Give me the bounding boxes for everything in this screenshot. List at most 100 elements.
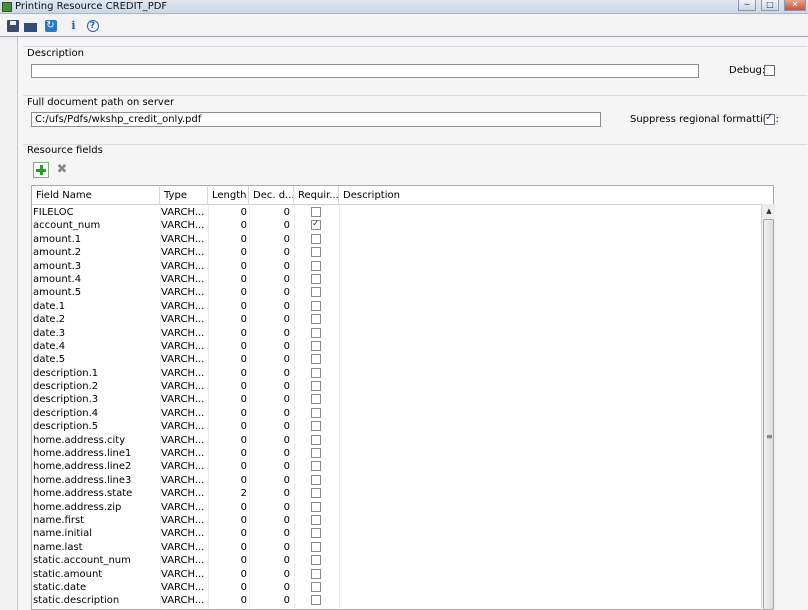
table-row[interactable]: description.2 VARCH... 0 0: [32, 380, 773, 393]
table-row[interactable]: amount.5 VARCH... 0 0: [32, 286, 773, 299]
scroll-up-button[interactable]: ▲: [762, 204, 776, 219]
type-cell: VARCH...: [161, 327, 205, 339]
length-cell: 0: [240, 394, 247, 406]
table-row[interactable]: amount.2 VARCH... 0 0: [32, 246, 773, 259]
help-icon: ?: [86, 19, 99, 32]
required-checkbox[interactable]: [311, 581, 321, 592]
table-row[interactable]: account_num VARCH... 0 0: [32, 219, 773, 232]
app-icon: [2, 2, 12, 12]
required-checkbox[interactable]: [311, 207, 321, 217]
col-header-type[interactable]: Type: [160, 186, 208, 205]
col-header-description[interactable]: Description: [339, 186, 773, 205]
required-checkbox[interactable]: [311, 555, 321, 566]
debug-checkbox[interactable]: [764, 65, 775, 76]
col-header-required[interactable]: Requir...: [294, 186, 339, 205]
required-checkbox[interactable]: [311, 434, 321, 445]
path-input[interactable]: C:/ufs/Pdfs/wkshp_credit_only.pdf: [31, 112, 601, 127]
upload-button[interactable]: [23, 18, 38, 33]
table-row[interactable]: date.3 VARCH... 0 0: [32, 327, 773, 340]
col-header-length[interactable]: Length: [208, 186, 249, 205]
required-checkbox[interactable]: [311, 260, 321, 271]
required-cell: [311, 380, 323, 393]
table-row[interactable]: static.description VARCH... 0 0: [32, 594, 773, 607]
table-row[interactable]: description.1 VARCH... 0 0: [32, 367, 773, 380]
required-checkbox[interactable]: [311, 394, 321, 405]
info-button[interactable]: i: [66, 18, 81, 33]
col-header-dec[interactable]: Dec. d...: [249, 186, 294, 205]
table-row[interactable]: home.address.city VARCH... 0 0: [32, 434, 773, 447]
required-checkbox[interactable]: [311, 300, 321, 311]
required-checkbox[interactable]: [311, 273, 321, 284]
table-row[interactable]: static.account_num VARCH... 0 0: [32, 554, 773, 567]
required-checkbox[interactable]: [311, 474, 321, 485]
field-name-cell: account_num: [33, 220, 101, 232]
table-row[interactable]: description.5 VARCH... 0 0: [32, 420, 773, 433]
required-checkbox[interactable]: [311, 488, 321, 499]
required-checkbox[interactable]: [311, 448, 321, 459]
table-row[interactable]: amount.4 VARCH... 0 0: [32, 273, 773, 286]
required-checkbox[interactable]: [311, 407, 321, 418]
table-row[interactable]: amount.3 VARCH... 0 0: [32, 260, 773, 273]
suppress-checkbox[interactable]: [764, 112, 775, 125]
table-row[interactable]: amount.1 VARCH... 0 0: [32, 233, 773, 246]
save-button[interactable]: [5, 18, 20, 33]
table-row[interactable]: description.4 VARCH... 0 0: [32, 407, 773, 420]
required-checkbox[interactable]: [311, 233, 321, 244]
window-title: Printing Resource CREDIT_PDF: [15, 1, 168, 12]
delete-field-button[interactable]: ✖: [55, 163, 69, 177]
required-checkbox[interactable]: [311, 314, 321, 325]
scroll-thumb[interactable]: ≡: [763, 219, 774, 610]
table-row[interactable]: home.address.state VARCH... 2 0: [32, 487, 773, 500]
dec-cell: 0: [283, 407, 290, 419]
required-checkbox[interactable]: [311, 595, 321, 606]
length-cell: 0: [240, 287, 247, 299]
required-checkbox[interactable]: [311, 354, 321, 365]
table-row[interactable]: home.address.line2 VARCH... 0 0: [32, 460, 773, 473]
refresh-button[interactable]: ↻: [43, 18, 58, 33]
field-name-cell: description.2: [33, 381, 99, 393]
table-row[interactable]: description.3 VARCH... 0 0: [32, 393, 773, 406]
close-button[interactable]: ✕: [784, 0, 806, 11]
required-checkbox[interactable]: [311, 501, 321, 512]
required-checkbox[interactable]: [311, 514, 321, 525]
field-name-cell: home.address.state: [33, 488, 133, 500]
required-checkbox[interactable]: [311, 327, 321, 338]
required-checkbox[interactable]: [311, 381, 321, 392]
required-checkbox[interactable]: [311, 528, 321, 539]
required-checkbox[interactable]: [311, 287, 321, 298]
table-scrollbar[interactable]: ▲ ≡: [761, 204, 775, 610]
col-header-field-name[interactable]: Field Name: [32, 186, 160, 205]
table-row[interactable]: date.5 VARCH... 0 0: [32, 353, 773, 366]
table-row[interactable]: static.date VARCH... 0 0: [32, 581, 773, 594]
field-name-cell: FILELOC: [33, 207, 74, 218]
table-row[interactable]: home.address.zip VARCH... 0 0: [32, 501, 773, 514]
table-row[interactable]: name.last VARCH... 0 0: [32, 541, 773, 554]
length-cell: 0: [240, 314, 247, 326]
required-checkbox[interactable]: [311, 541, 321, 552]
table-row[interactable]: home.address.line1 VARCH... 0 0: [32, 447, 773, 460]
table-row[interactable]: static.amount VARCH... 0 0: [32, 568, 773, 581]
minimize-button[interactable]: ─: [738, 0, 756, 11]
maximize-button[interactable]: □: [761, 0, 779, 11]
table-row[interactable]: name.initial VARCH... 0 0: [32, 527, 773, 540]
table-row[interactable]: date.2 VARCH... 0 0: [32, 313, 773, 326]
length-cell: 0: [240, 555, 247, 567]
table-row[interactable]: date.1 VARCH... 0 0: [32, 300, 773, 313]
add-field-button[interactable]: [33, 162, 49, 178]
required-checkbox[interactable]: [311, 247, 321, 258]
required-checkbox[interactable]: [311, 568, 321, 579]
description-input[interactable]: [31, 64, 699, 78]
required-checkbox[interactable]: [311, 421, 321, 432]
length-cell: 0: [240, 421, 247, 433]
required-checkbox[interactable]: [311, 219, 321, 231]
required-checkbox[interactable]: [311, 461, 321, 472]
required-checkbox[interactable]: [311, 367, 321, 378]
table-row[interactable]: home.address.line3 VARCH... 0 0: [32, 474, 773, 487]
required-checkbox[interactable]: [311, 340, 321, 351]
table-row[interactable]: date.4 VARCH... 0 0: [32, 340, 773, 353]
length-cell: 0: [240, 381, 247, 393]
table-row[interactable]: name.first VARCH... 0 0: [32, 514, 773, 527]
table-row[interactable]: FILELOC VARCH... 0 0: [32, 206, 773, 219]
length-cell: 0: [240, 220, 247, 232]
help-button[interactable]: ?: [85, 18, 100, 33]
